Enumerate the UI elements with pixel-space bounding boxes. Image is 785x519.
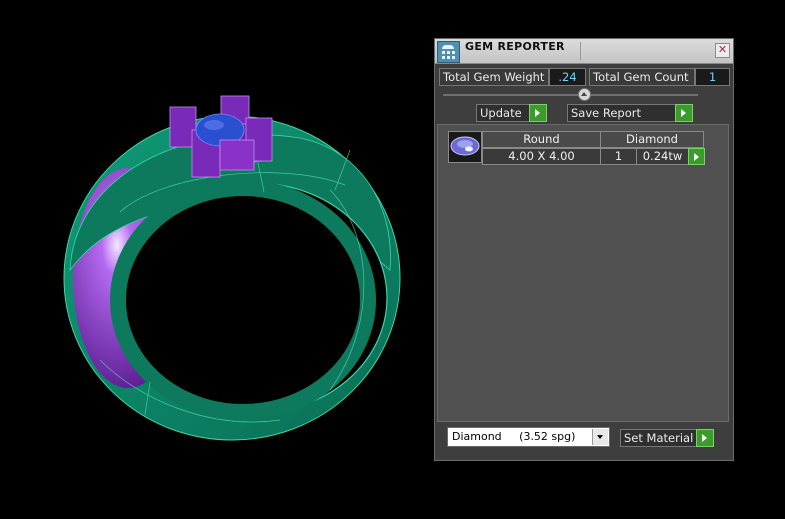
gem-shape-cell: Round xyxy=(482,131,601,148)
chevron-down-icon[interactable] xyxy=(592,429,608,445)
panel-title: GEM REPORTER xyxy=(465,40,565,53)
gem-reporter-app-icon xyxy=(437,41,460,63)
gem-size-cell: 4.00 X 4.00 xyxy=(482,148,601,165)
update-button-label: Update xyxy=(480,106,522,120)
ring-model xyxy=(63,95,401,441)
title-separator xyxy=(580,42,581,60)
set-material-button-label: Set Material xyxy=(624,431,694,445)
gem-weight-cell: 0.24tw xyxy=(636,148,689,165)
gem-quantity-cell: 1 xyxy=(600,148,637,165)
total-gem-weight-value: .24 xyxy=(549,68,586,86)
set-material-button[interactable]: Set Material xyxy=(620,429,714,447)
total-gem-count-value: 1 xyxy=(695,68,730,86)
gem-material-cell: Diamond xyxy=(600,131,704,148)
gem-list[interactable]: Round Diamond 4.00 X 4.00 1 0.24tw xyxy=(437,124,729,422)
total-gem-weight-label: Total Gem Weight xyxy=(439,68,549,86)
slider-track[interactable] xyxy=(443,94,698,96)
save-report-button-label: Save Report xyxy=(571,106,642,120)
title-bar[interactable]: GEM REPORTER ✕ xyxy=(435,39,733,64)
slider-handle[interactable] xyxy=(578,88,591,101)
material-select[interactable]: Diamond (3.52 spg) xyxy=(447,427,610,447)
play-arrow-icon xyxy=(675,104,693,122)
play-arrow-icon xyxy=(696,429,714,447)
gem-reporter-panel: GEM REPORTER ✕ Total Gem Weight .24 Tota… xyxy=(434,38,734,461)
total-gem-count-label: Total Gem Count xyxy=(589,68,695,86)
update-button[interactable]: Update xyxy=(476,104,547,122)
gem-row-action-arrow-icon[interactable] xyxy=(688,148,705,165)
save-report-button[interactable]: Save Report xyxy=(567,104,693,122)
play-arrow-icon xyxy=(529,104,547,122)
round-gem-icon[interactable] xyxy=(448,131,482,163)
material-select-value: Diamond (3.52 spg) xyxy=(452,430,576,443)
close-button[interactable]: ✕ xyxy=(715,43,730,58)
